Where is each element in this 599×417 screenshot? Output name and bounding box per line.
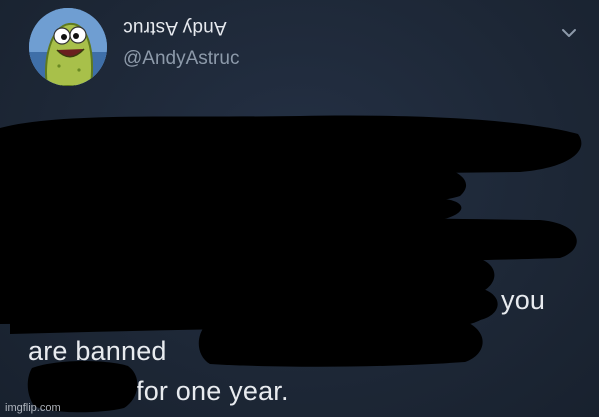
chevron-down-icon[interactable] xyxy=(560,24,578,42)
tweet-text-are-banned: are banned xyxy=(28,336,167,366)
tweet-card: Andy Astruc @AndyAstruc you are banned f… xyxy=(0,0,599,417)
handle[interactable]: @AndyAstruc xyxy=(123,48,239,70)
avatar[interactable] xyxy=(29,8,107,86)
tweet-text-you: you xyxy=(501,285,546,315)
tweet-text-for-one-year: for one year. xyxy=(136,376,289,406)
display-name[interactable]: Andy Astruc xyxy=(123,16,227,38)
pickle-avatar-icon xyxy=(29,8,107,86)
watermark: imgflip.com xyxy=(5,402,61,414)
